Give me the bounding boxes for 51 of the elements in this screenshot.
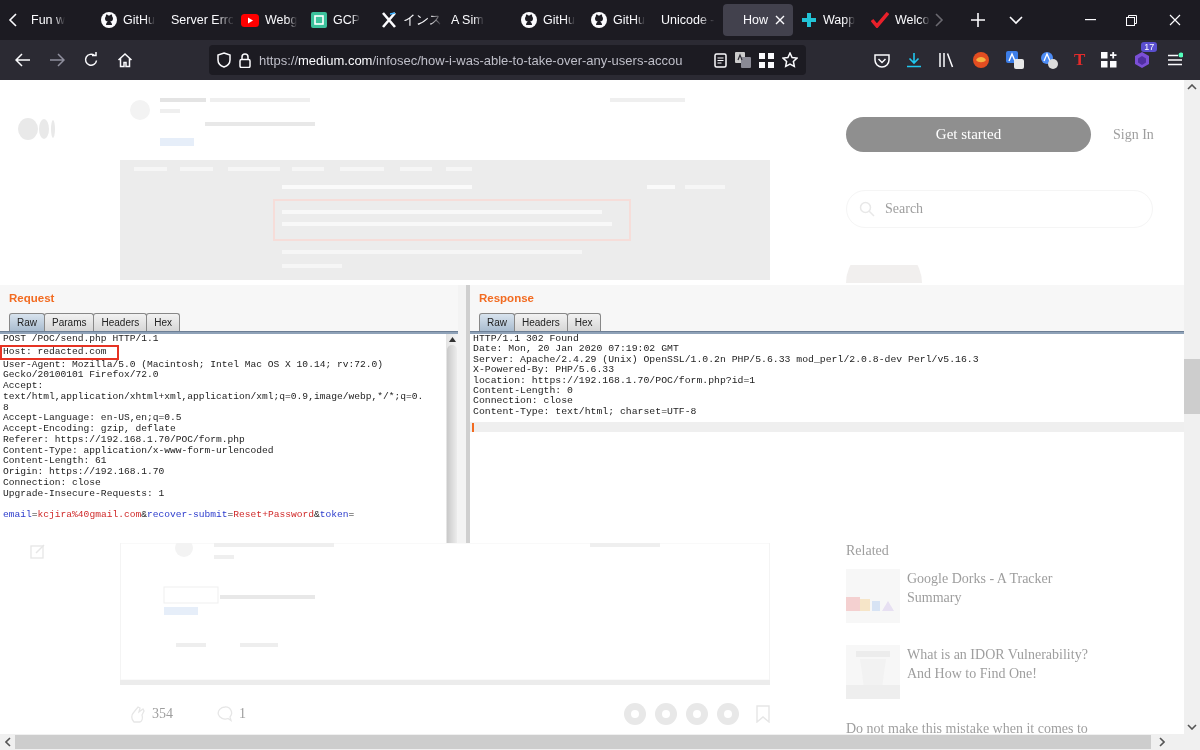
browser-tab[interactable]: GCP <box>303 4 373 36</box>
code-line: User-Agent: Mozilla/5.0 (Macintosh; Intel Mac OS X 10.14; rv:72.0) <box>3 359 383 370</box>
browser-tab[interactable]: GitHu <box>583 4 653 36</box>
editor-tab[interactable]: Headers <box>93 313 148 331</box>
count-badge: 17 <box>1141 42 1158 52</box>
browser-tab[interactable]: GitHu <box>513 4 583 36</box>
code-line: Content-Type: text/html; charset=UTF-8 <box>473 406 697 418</box>
code-line: Content-Type: application/x-www-form-urlencoded <box>3 445 274 456</box>
code-line: Upgrade-Insecure-Requests: 1 <box>3 488 165 500</box>
panel-title: Response <box>479 292 534 304</box>
browser-tab[interactable]: インス <box>373 4 443 36</box>
editor-tab[interactable]: Raw <box>9 313 45 331</box>
browser-tab[interactable]: Fun w <box>23 4 93 36</box>
code-line: Accept: <box>3 381 44 392</box>
clap-count: 354 <box>152 706 173 722</box>
code-line: HTTP/1.1 302 Found <box>473 334 579 345</box>
code-line: Content-Length: 0 <box>473 386 573 397</box>
code-line: Gecko/20100101 Firefox/72.0 <box>3 370 159 381</box>
browser-tab[interactable]: Webg <box>233 4 303 36</box>
browser-tab[interactable]: A Sim <box>443 4 513 36</box>
code-line: Connection: close <box>3 477 101 489</box>
browser-tab[interactable]: GitHu <box>93 4 163 36</box>
code-line: Content-Length: 61 <box>3 456 107 467</box>
code-line: Origin: https://192.168.1.70 <box>3 467 165 478</box>
editor-tab[interactable]: Hex <box>566 313 601 331</box>
article-subtitle: Summary <box>907 590 963 606</box>
browser-tab[interactable]: Welco <box>863 4 933 36</box>
related-heading: Related <box>846 543 889 559</box>
code-line: location: https://192.168.1.70/POC/form.php?id=1 <box>473 375 756 386</box>
editor-tab[interactable]: Headers <box>514 313 568 331</box>
article-subtitle: And How to Find One! <box>907 666 1038 682</box>
code-line: X-Powered-By: PHP/5.6.33 <box>473 365 615 376</box>
code-line: text/html,application/xhtml+xml,application/xml;q=0.9,image/webp,*/*;q=0. <box>3 391 424 403</box>
code-line: email=kcjira%40gmail.com&recover-submit=Reset+Password&token= <box>3 510 355 521</box>
code-line: 8 <box>3 402 9 414</box>
browser-tab[interactable]: How <box>723 4 793 36</box>
code-line: Referer: https://192.168.1.70/POC/form.php <box>3 434 245 446</box>
browser-tab[interactable]: Unicode - <box>653 4 723 36</box>
editor-tab[interactable]: Hex <box>146 313 181 331</box>
code-line: Date: Mon, 20 Jan 2020 07:19:02 GMT <box>473 344 679 355</box>
response-count: 1 <box>238 706 246 722</box>
code-line: Accept-Encoding: gzip, deflate <box>3 424 176 435</box>
browser-tab[interactable]: Wapp <box>793 4 863 36</box>
address-field[interactable]: https://medium.com/infosec/how-i-was-able-to-take-over-any-users-accou <box>209 45 806 75</box>
editor-tab[interactable]: Raw <box>479 313 515 331</box>
code-line: POST /POC/send.php HTTP/1.1 <box>3 334 159 345</box>
code-line: Accept-Language: en-US,en;q=0.5 <box>3 413 182 424</box>
code-line: Connection: close <box>473 396 573 407</box>
code-line: Server: Apache/2.4.29 (Unix) OpenSSL/1.0.2n PHP/5.6.33 mod_perl/2.0.8-dev Perl/v5.16.3 <box>473 354 979 365</box>
panel-title: Request <box>9 292 55 304</box>
editor-tab[interactable]: Params <box>44 313 95 331</box>
